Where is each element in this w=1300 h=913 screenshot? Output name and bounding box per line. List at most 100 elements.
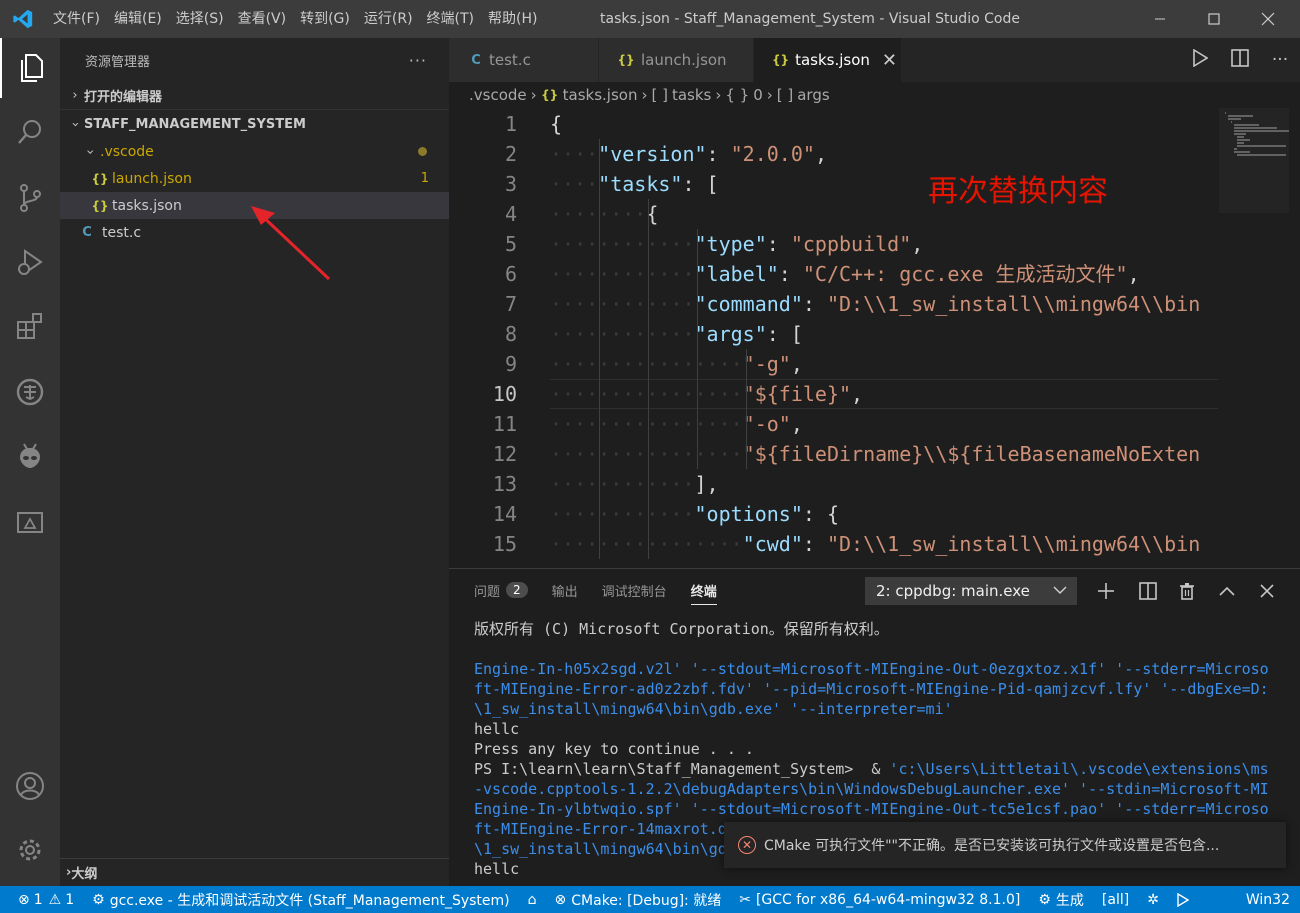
more-actions-icon[interactable]: ··· [1260,50,1300,70]
menu-item[interactable]: 选择(S) [169,0,231,38]
code-line[interactable]: 3 ····"tasks": [ [449,169,1219,199]
search-icon[interactable] [0,102,60,162]
whitespace-dots: ············ [550,292,695,316]
code-text: ····"version": "2.0.0", [550,139,827,169]
remote-explorer-icon[interactable] [0,362,60,422]
breadcrumb-args[interactable]: args [797,86,829,104]
maximize-panel-icon[interactable] [1213,577,1241,605]
sidebar-title: 资源管理器 [85,54,151,70]
home-icon[interactable]: ⌂ [519,886,546,913]
cmake-status[interactable]: ⊗ CMake: [Debug]: 就绪 [546,886,731,913]
build-button[interactable]: ⚙ 生成 [1029,886,1093,913]
breadcrumb-folder[interactable]: .vscode [469,86,527,104]
line-number: 14 [492,502,517,526]
debug-bug-icon[interactable]: ✲ [1138,886,1168,913]
whitespace-dots: ············ [550,502,695,526]
run-icon[interactable] [1180,48,1220,72]
tab-label: 调试控制台 [601,584,667,600]
minimap[interactable] [1219,108,1289,213]
tab-test-c[interactable]: C test.c [449,38,599,82]
folder-vscode[interactable]: › .vscode [60,138,449,165]
problems-status[interactable]: ⊗ 1 ⚠ 1 [0,886,83,913]
terminal-line: ft-MIEngine-Error-ad0z2zbf.fdv' '--pid=M… [474,680,1269,698]
split-terminal-icon[interactable] [1134,577,1162,605]
array-icon: [ ] [651,86,668,104]
code-line[interactable]: 8 ············"args": [ [449,319,1219,349]
explorer-icon[interactable] [0,38,60,98]
build-target[interactable]: [all] [1093,886,1138,913]
error-notification[interactable]: ✕ CMake 可执行文件""不正确。是否已安装该可执行文件或设置是否包含... [724,822,1286,868]
file-launch-json[interactable]: {} launch.json 1 [60,165,449,192]
cmake-icon[interactable] [0,492,60,552]
breadcrumb-tasks[interactable]: tasks [672,86,711,104]
menu-item[interactable]: 转到(G) [293,0,357,38]
code-line[interactable]: 7 ············"command": "D:\\1_sw_instal… [449,289,1219,319]
code-line[interactable]: 5 ············"type": "cppbuild", [449,229,1219,259]
gear-icon: ⚙ [1038,891,1051,908]
code-line[interactable]: 12 ················"${fileDirname}\\${fil… [449,439,1219,469]
code-line[interactable]: 13 ············], [449,469,1219,499]
object-icon: { } [725,86,750,104]
settings-gear-icon[interactable] [0,820,60,880]
code-text: ············], [550,469,719,499]
code-line[interactable]: 11 ················"-o", [449,409,1219,439]
terminal-select[interactable]: 2: cppdbg: main.exe [865,577,1077,605]
code-line[interactable]: 10 ················"${file}", [449,379,1219,409]
run-icon[interactable] [1168,886,1198,913]
tab-launch-json[interactable]: {} launch.json [599,38,754,82]
run-debug-icon[interactable] [0,232,60,292]
code-token: "label" [694,262,779,286]
code-line[interactable]: 4 ········{ [449,199,1219,229]
minimize-button[interactable] [1137,0,1183,38]
tab-debug-console[interactable]: 调试控制台 [602,569,667,611]
code-token: "command" [694,292,803,316]
alien-icon[interactable] [0,426,60,486]
menu-item[interactable]: 编辑(E) [107,0,169,38]
debug-task-status[interactable]: ⚙ gcc.exe - 生成和调试活动文件 (Staff_Management_… [83,886,519,913]
trash-icon[interactable] [1173,577,1201,605]
minimap-line [1225,112,1227,114]
minimap-line [1237,142,1244,144]
more-actions-button[interactable]: ··· [409,51,427,70]
chevron-right-icon: › [715,86,722,104]
tab-output[interactable]: 输出 [552,569,578,611]
tab-tasks-json[interactable]: {} tasks.json ✕ [754,38,902,82]
close-window-button[interactable] [1245,0,1291,38]
outline-section[interactable]: › 大纲 [60,858,449,886]
extensions-icon[interactable] [0,296,60,356]
menu-item[interactable]: 帮助(H) [481,0,544,38]
code-line[interactable]: 1{ [449,109,1219,139]
code-token: "type" [694,232,767,256]
tab-terminal[interactable]: 终端 [690,569,717,611]
menu-item[interactable]: 查看(V) [231,0,294,38]
code-token: "cppbuild" [790,232,912,256]
menu-item[interactable]: 文件(F) [46,0,107,38]
tab-problems[interactable]: 问题 2 [474,569,528,611]
account-icon[interactable] [0,756,60,816]
file-label: test.c [102,224,142,241]
tools-icon: ✂ [739,891,751,908]
open-editors-section[interactable]: › 打开的编辑器 [60,82,449,110]
split-editor-icon[interactable] [1220,48,1260,72]
project-section[interactable]: › STAFF_MANAGEMENT_SYSTEM [60,110,449,138]
whitespace-dots: ················ [550,532,743,556]
platform-label[interactable]: Win32 [1246,892,1290,908]
close-panel-icon[interactable] [1253,577,1281,605]
menu-item[interactable]: 终端(T) [420,0,481,38]
new-terminal-icon[interactable] [1092,577,1120,605]
chevron-right-icon: › [72,88,78,103]
code-line[interactable]: 6 ············"label": "C/C++: gcc.exe 生成… [449,259,1219,289]
code-line[interactable]: 9 ················"-g", [449,349,1219,379]
close-tab-icon[interactable]: ✕ [882,50,897,71]
kit-status[interactable]: ✂ [GCC for x86_64-w64-mingw32 8.1.0] [730,886,1029,913]
code-line[interactable]: 2 ····"version": "2.0.0", [449,139,1219,169]
breadcrumb-index[interactable]: 0 [753,86,763,104]
code-line[interactable]: 14 ············"options": { [449,499,1219,529]
breadcrumb-file[interactable]: tasks.json [563,86,638,104]
line-number: 5 [504,232,517,256]
source-control-icon[interactable] [0,168,60,228]
maximize-button[interactable] [1191,0,1237,38]
menu-item[interactable]: 运行(R) [357,0,420,38]
code-editor[interactable]: 再次替换内容 1{2 ····"version": "2.0.0", 3 ····"t… [449,108,1300,568]
code-line[interactable]: 15 ················"cwd": "D:\\1_sw_insta… [449,529,1219,559]
